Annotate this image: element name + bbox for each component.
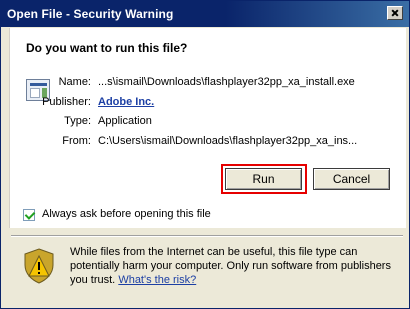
- publisher-label: Publisher:: [42, 96, 91, 108]
- window-title: Open File - Security Warning: [7, 7, 174, 21]
- warning-line-2: potentially harm your computer. Only run…: [70, 260, 391, 272]
- type-label: Type:: [64, 115, 91, 127]
- name-label: Name:: [58, 76, 91, 88]
- run-button[interactable]: Run: [225, 168, 302, 190]
- from-label: From:: [62, 135, 91, 147]
- publisher-link[interactable]: Adobe Inc.: [98, 96, 154, 108]
- dialog-headline: Do you want to run this file?: [26, 41, 188, 55]
- warning-line-3: you trust.: [70, 274, 116, 286]
- whats-the-risk-link[interactable]: What's the risk?: [118, 274, 196, 286]
- warning-line-1: While files from the Internet can be use…: [70, 246, 358, 258]
- type-value: Application: [98, 115, 152, 127]
- shield-warning-icon: [24, 248, 54, 284]
- from-value: C:\Users\ismail\Downloads\flashplayer32p…: [98, 135, 358, 147]
- always-ask-checkbox[interactable]: [23, 209, 35, 221]
- cancel-button[interactable]: Cancel: [313, 168, 390, 190]
- dialog-content: Do you want to run this file? Name: ...s…: [9, 28, 406, 228]
- close-icon[interactable]: [387, 6, 403, 20]
- name-value: ...s\ismail\Downloads\flashplayer32pp_xa…: [98, 76, 355, 88]
- security-warning-dialog: Open File - Security Warning Do you want…: [0, 0, 410, 309]
- always-ask-label[interactable]: Always ask before opening this file: [42, 208, 211, 220]
- title-bar: Open File - Security Warning: [1, 1, 409, 27]
- divider-highlight: [11, 236, 403, 237]
- warning-text: While files from the Internet can be use…: [70, 245, 392, 287]
